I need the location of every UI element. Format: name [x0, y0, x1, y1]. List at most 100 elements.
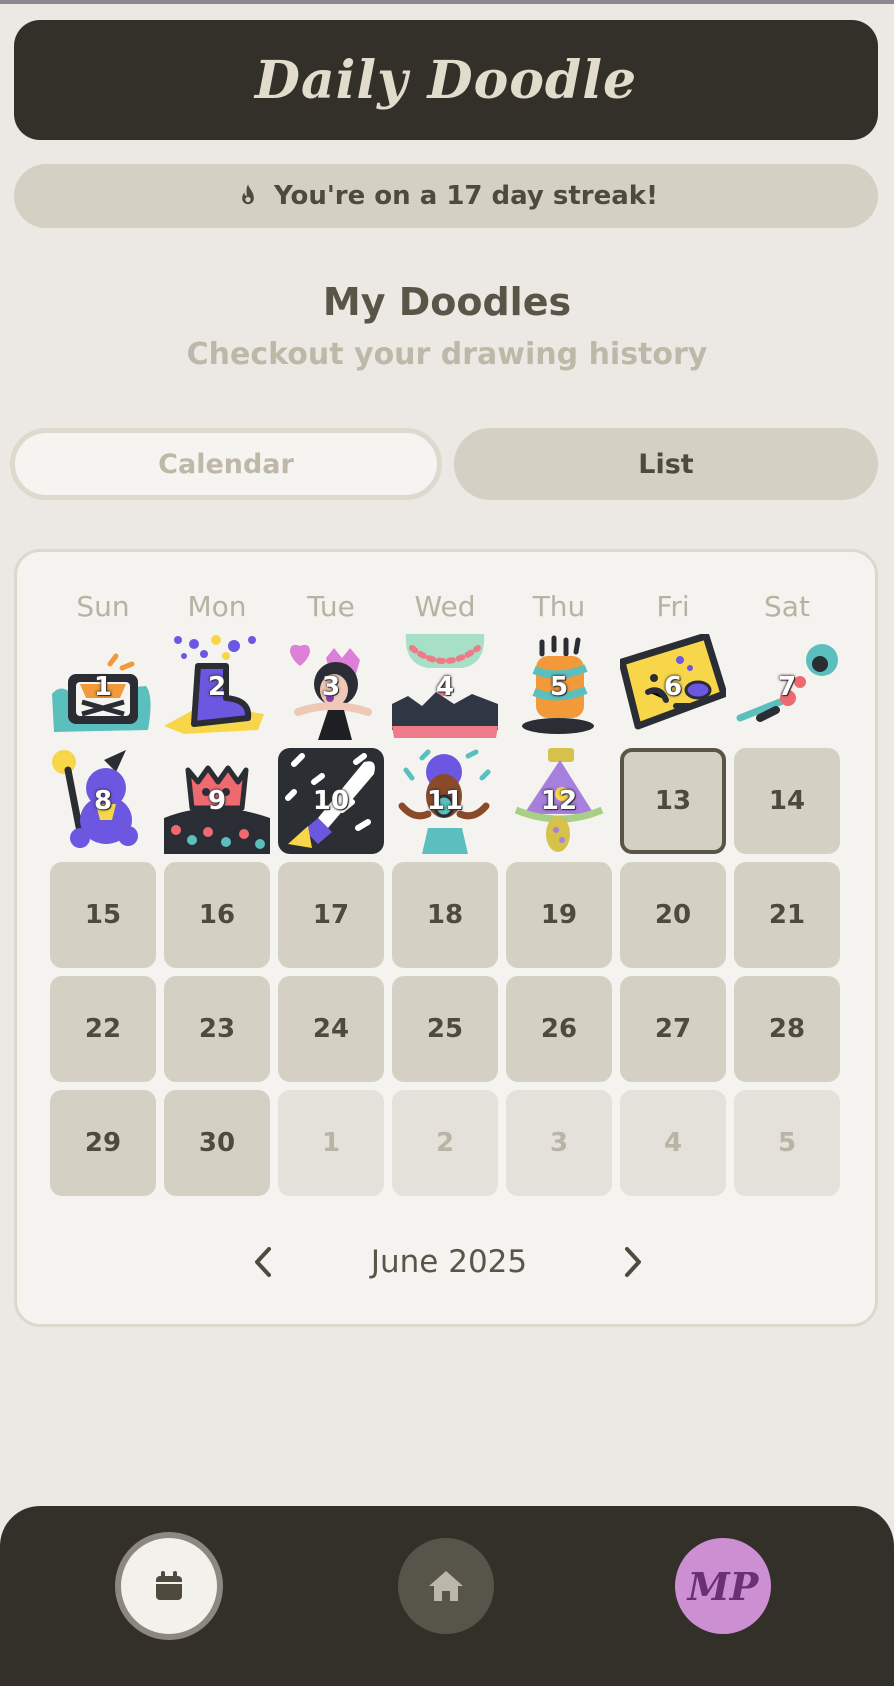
top-edge	[0, 0, 894, 4]
calendar-grid: 1 2 3 4 5 6 7 8 9 10 11 12 13 14 15 16 1…	[50, 634, 840, 1196]
bottom-nav: MP	[0, 1506, 894, 1686]
calendar-day[interactable]: 29	[50, 1090, 156, 1196]
day-number: 19	[540, 900, 578, 930]
calendar-day-next-month: 2	[392, 1090, 498, 1196]
day-number: 22	[84, 1014, 122, 1044]
calendar-day-doodle[interactable]: 9	[164, 748, 270, 854]
day-number: 30	[198, 1128, 236, 1158]
day-number: 23	[198, 1014, 236, 1044]
day-number: 2	[435, 1128, 455, 1158]
day-number: 7	[777, 672, 797, 702]
flame-icon	[242, 184, 254, 205]
day-number: 5	[777, 1128, 797, 1158]
page-subtitle: Checkout your drawing history	[186, 337, 708, 372]
calendar-day-doodle[interactable]: 11	[392, 748, 498, 854]
calendar-day-next-month: 1	[278, 1090, 384, 1196]
calendar-day[interactable]: 17	[278, 862, 384, 968]
nav-home-button[interactable]	[398, 1538, 494, 1634]
streak-text: You're on a 17 day streak!	[274, 181, 658, 211]
month-navigator: June 2025	[17, 1232, 881, 1292]
calendar-day[interactable]: 30	[164, 1090, 270, 1196]
day-number: 15	[84, 900, 122, 930]
day-number: 3	[549, 1128, 569, 1158]
calendar-day-doodle[interactable]: 3	[278, 634, 384, 740]
chevron-right-icon	[625, 1247, 641, 1277]
chevron-left-icon	[255, 1247, 271, 1277]
day-number: 27	[654, 1014, 692, 1044]
day-number: 11	[426, 786, 464, 816]
calendar-day[interactable]: 27	[620, 976, 726, 1082]
calendar-day[interactable]: 14	[734, 748, 840, 854]
day-number: 4	[435, 672, 455, 702]
day-number: 14	[768, 786, 806, 816]
tab-calendar[interactable]: Calendar	[10, 428, 442, 500]
day-number: 3	[321, 672, 341, 702]
day-number: 29	[84, 1128, 122, 1158]
calendar-day[interactable]: 21	[734, 862, 840, 968]
day-number: 28	[768, 1014, 806, 1044]
weekday-mon: Mon	[187, 590, 247, 623]
day-number: 16	[198, 900, 236, 930]
calendar-day[interactable]: 15	[50, 862, 156, 968]
calendar-day[interactable]: 22	[50, 976, 156, 1082]
weekday-tue: Tue	[307, 590, 355, 623]
calendar-day-doodle[interactable]: 12	[506, 748, 612, 854]
weekday-header: Sun Mon Tue Wed Thu Fri Sat	[50, 590, 843, 623]
calendar-day-next-month: 3	[506, 1090, 612, 1196]
calendar-day[interactable]: 20	[620, 862, 726, 968]
month-label: June 2025	[370, 1244, 528, 1280]
weekday-fri: Fri	[656, 590, 690, 623]
day-number: 12	[540, 786, 578, 816]
calendar-day[interactable]: 26	[506, 976, 612, 1082]
day-number: 18	[426, 900, 464, 930]
streak-banner: You're on a 17 day streak!	[14, 164, 878, 228]
calendar-day-next-month: 5	[734, 1090, 840, 1196]
home-icon	[429, 1571, 463, 1601]
weekday-wed: Wed	[414, 590, 476, 623]
app-header: Daily Doodle	[14, 20, 878, 140]
day-number: 26	[540, 1014, 578, 1044]
weekday-thu: Thu	[532, 590, 586, 623]
calendar-day-doodle[interactable]: 7	[734, 634, 840, 740]
day-number: 1	[321, 1128, 341, 1158]
calendar-day[interactable]: 25	[392, 976, 498, 1082]
calendar-day-doodle[interactable]: 4	[392, 634, 498, 740]
previous-month-button[interactable]	[243, 1242, 283, 1282]
day-number: 13	[654, 786, 692, 816]
calendar-day-today[interactable]: 13	[620, 748, 726, 854]
calendar-day-doodle[interactable]: 10	[278, 748, 384, 854]
weekday-sun: Sun	[76, 590, 130, 623]
calendar-day-doodle[interactable]: 8	[50, 748, 156, 854]
nav-calendar-button[interactable]	[115, 1532, 223, 1640]
calendar-day-doodle[interactable]: 2	[164, 634, 270, 740]
tab-list[interactable]: List	[454, 428, 878, 500]
day-number: 6	[663, 672, 683, 702]
day-number: 21	[768, 900, 806, 930]
day-number: 2	[207, 672, 227, 702]
day-number: 20	[654, 900, 692, 930]
day-number: 9	[207, 786, 227, 816]
calendar-day-next-month: 4	[620, 1090, 726, 1196]
calendar-card: Sun Mon Tue Wed Thu Fri Sat 1 2 3 4 5 6 …	[14, 549, 878, 1327]
calendar-day[interactable]: 28	[734, 976, 840, 1082]
weekday-sat: Sat	[764, 590, 810, 623]
calendar-day[interactable]: 23	[164, 976, 270, 1082]
avatar[interactable]: MP	[675, 1538, 771, 1634]
calendar-day[interactable]: 16	[164, 862, 270, 968]
day-number: 10	[312, 786, 350, 816]
page-title: My Doodles	[322, 280, 572, 324]
day-number: 17	[312, 900, 350, 930]
calendar-day[interactable]: 24	[278, 976, 384, 1082]
day-number: 24	[312, 1014, 350, 1044]
calendar-day-doodle[interactable]: 5	[506, 634, 612, 740]
day-number: 5	[549, 672, 569, 702]
calendar-day[interactable]: 18	[392, 862, 498, 968]
next-month-button[interactable]	[613, 1242, 653, 1282]
calendar-day-doodle[interactable]: 6	[620, 634, 726, 740]
calendar-day[interactable]: 19	[506, 862, 612, 968]
calendar-day-doodle[interactable]: 1	[50, 634, 156, 740]
day-number: 1	[93, 672, 113, 702]
day-number: 4	[663, 1128, 683, 1158]
day-number: 25	[426, 1014, 464, 1044]
calendar-icon	[156, 1571, 182, 1600]
